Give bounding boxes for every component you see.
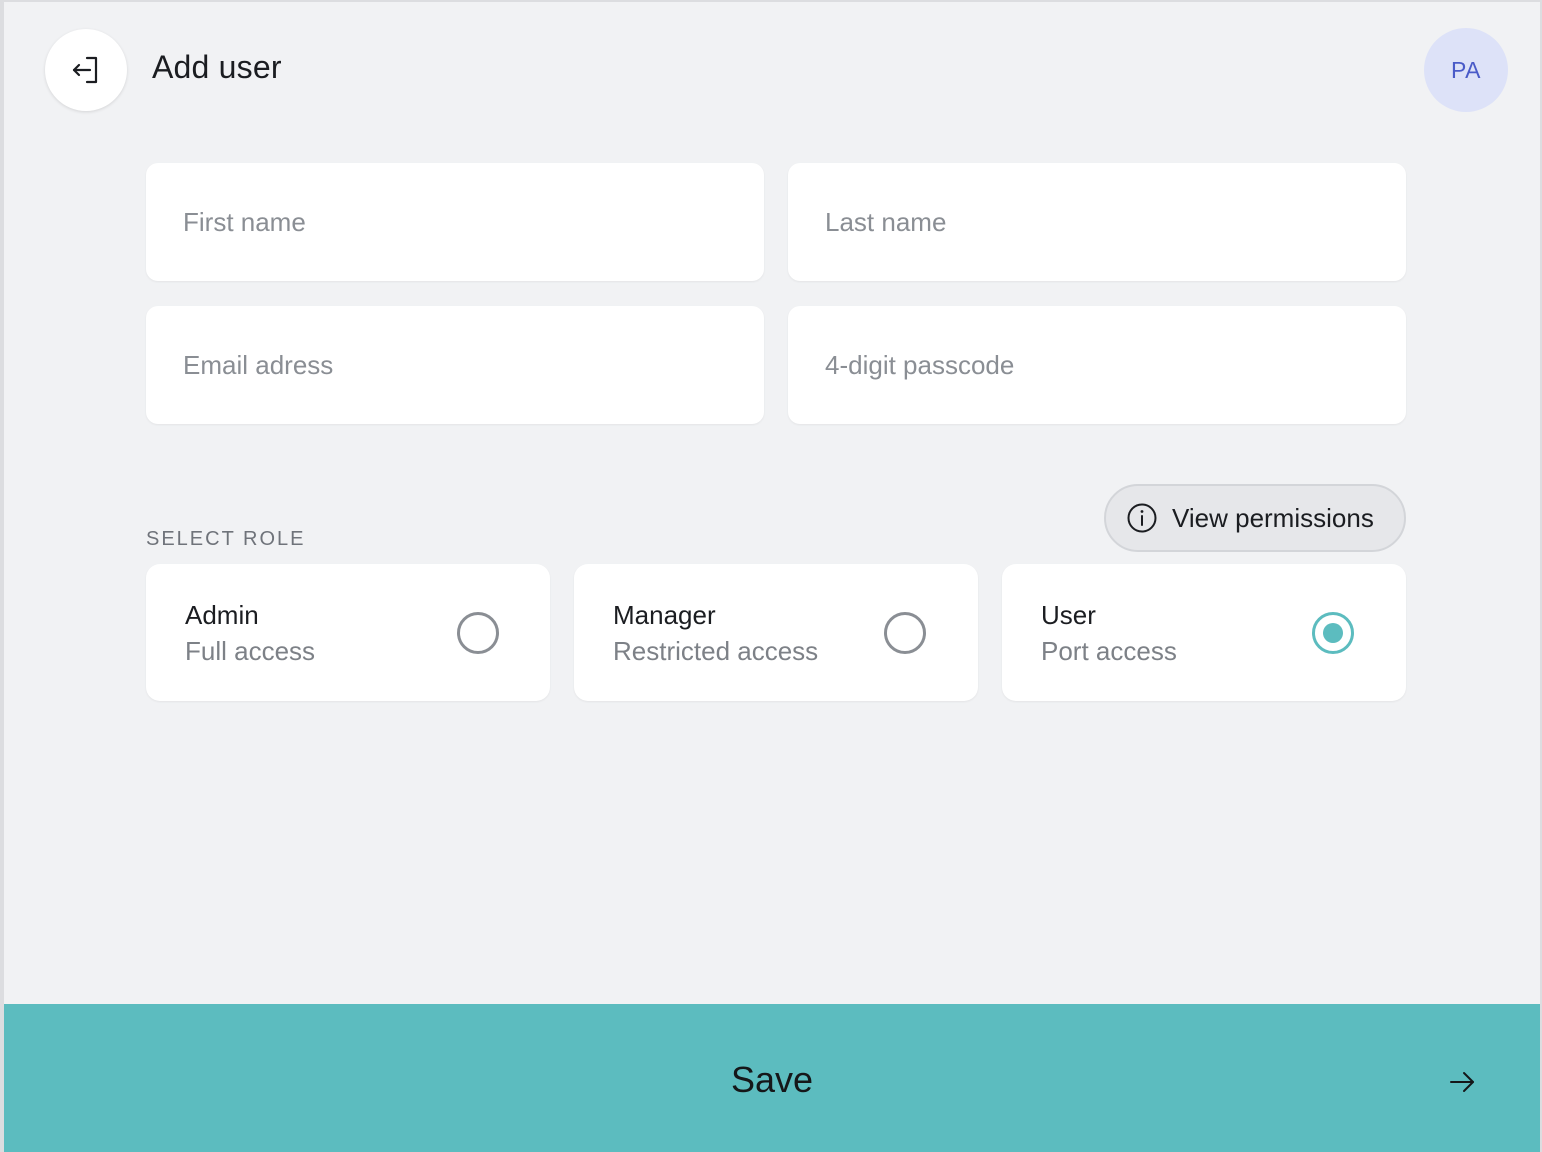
role-card-user[interactable]: User Port access <box>1002 564 1406 701</box>
role-description: Full access <box>185 636 316 666</box>
email-field <box>146 306 764 424</box>
last-name-field <box>788 163 1406 281</box>
passcode-input[interactable] <box>788 306 1406 424</box>
role-name: Manager <box>613 600 716 630</box>
arrow-right-icon <box>1450 1072 1474 1092</box>
view-permissions-button[interactable]: View permissions <box>1104 484 1406 552</box>
role-description: Port access <box>1041 636 1177 666</box>
email-input[interactable] <box>146 306 764 424</box>
back-button[interactable] <box>45 29 127 111</box>
passcode-field <box>788 306 1406 424</box>
role-radio-admin[interactable] <box>457 612 499 654</box>
app-frame: Add user PA SELECT ROLE View permissions… <box>0 0 1542 1152</box>
role-radio-user[interactable] <box>1312 612 1354 654</box>
role-card-admin[interactable]: Admin Full access <box>146 564 550 701</box>
save-button[interactable]: Save <box>4 1004 1540 1152</box>
role-description: Restricted access <box>613 636 819 666</box>
role-card-manager[interactable]: Manager Restricted access <box>574 564 978 701</box>
role-name: Admin <box>185 600 259 630</box>
avatar[interactable]: PA <box>1424 28 1508 112</box>
view-permissions-label: View permissions <box>1172 502 1374 533</box>
role-name: User <box>1041 600 1096 630</box>
role-radio-manager[interactable] <box>884 612 926 654</box>
select-role-label: SELECT ROLE <box>146 528 306 550</box>
save-label: Save <box>730 1059 814 1100</box>
first-name-field <box>146 163 764 281</box>
exit-icon <box>72 56 98 84</box>
last-name-input[interactable] <box>788 163 1406 281</box>
page-title: Add user <box>152 49 282 85</box>
info-icon <box>1127 503 1157 533</box>
first-name-input[interactable] <box>146 163 764 281</box>
